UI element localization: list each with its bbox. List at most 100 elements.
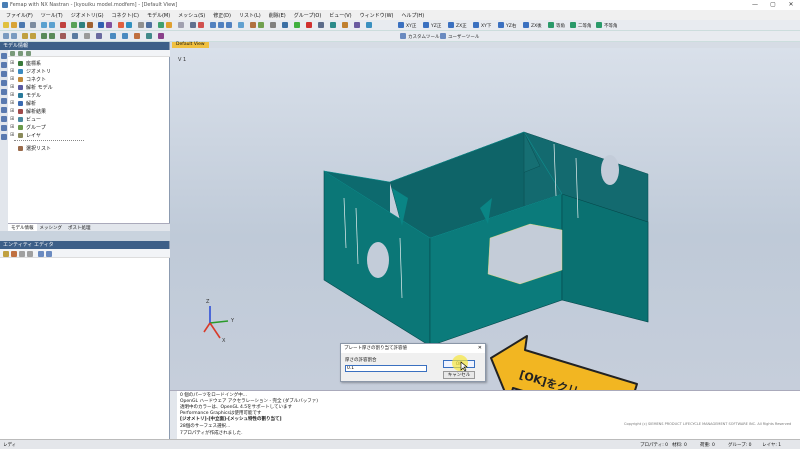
tab-model-info[interactable]: モデル情報 <box>8 224 37 231</box>
check-icon[interactable] <box>306 22 312 28</box>
constraint-icon[interactable] <box>126 22 132 28</box>
rotate-icon[interactable] <box>210 22 216 28</box>
save-icon[interactable] <box>19 22 25 28</box>
expand-icon[interactable]: ⊞ <box>10 132 14 138</box>
entity-tool-2-icon[interactable] <box>11 251 17 257</box>
redo-icon[interactable] <box>49 22 55 28</box>
tab-meshing[interactable]: メッシング <box>37 224 66 231</box>
yz-front-button[interactable]: YZ正 <box>431 23 441 29</box>
surface-icon[interactable] <box>79 22 85 28</box>
report-icon[interactable] <box>158 33 164 39</box>
options-icon[interactable] <box>318 22 324 28</box>
table-icon[interactable] <box>146 33 152 39</box>
menu-connect[interactable]: コネクト(C) <box>112 12 139 19</box>
entity-tool-5-icon[interactable] <box>38 251 44 257</box>
grid-icon[interactable] <box>190 22 196 28</box>
yz-right-icon[interactable] <box>498 22 504 28</box>
tree-item-connect[interactable]: コネクト <box>18 76 46 83</box>
panel-icon[interactable] <box>110 33 116 39</box>
menu-delete[interactable]: 削除(E) <box>269 12 286 19</box>
geometry-icon[interactable] <box>71 22 77 28</box>
menu-window[interactable]: ウィンドウ(W) <box>360 12 394 19</box>
side-tool-9-icon[interactable] <box>1 125 7 131</box>
close-button[interactable]: ✕ <box>782 0 800 10</box>
entity-tool-3-icon[interactable] <box>19 251 25 257</box>
tree-item-view[interactable]: ビュー <box>18 116 41 123</box>
dimetric-button[interactable]: 二等角 <box>578 23 592 29</box>
pick-icon[interactable] <box>11 33 17 39</box>
solid-icon[interactable] <box>87 22 93 28</box>
setting-icon[interactable] <box>84 33 90 39</box>
print-icon[interactable] <box>30 22 36 28</box>
model-tool-3-icon[interactable] <box>26 51 31 56</box>
tolerance-input[interactable] <box>345 365 427 372</box>
erase-icon[interactable] <box>60 33 66 39</box>
color-icon[interactable] <box>198 22 204 28</box>
trimetric-icon[interactable] <box>596 22 602 28</box>
zx-back-icon[interactable] <box>523 22 529 28</box>
mesh-icon[interactable] <box>98 22 104 28</box>
macro-icon[interactable] <box>354 22 360 28</box>
zx-back-button[interactable]: ZX後 <box>531 23 542 29</box>
yz-right-button[interactable]: YZ右 <box>506 23 516 29</box>
dimetric-icon[interactable] <box>570 22 576 28</box>
snap-icon[interactable] <box>22 33 28 39</box>
maximize-button[interactable]: ▢ <box>764 0 782 10</box>
entity-tool-6-icon[interactable] <box>46 251 52 257</box>
xy-bottom-button[interactable]: XY下 <box>481 23 491 29</box>
new-icon[interactable] <box>3 22 9 28</box>
load-icon[interactable] <box>118 22 124 28</box>
tree-item-analysis[interactable]: 解析 <box>18 100 36 107</box>
menu-help[interactable]: ヘルプ(H) <box>401 12 424 19</box>
analysis-icon[interactable] <box>158 22 164 28</box>
menu-model[interactable]: モデル(M) <box>147 12 170 19</box>
tree-item-coord[interactable]: 座標系 <box>18 60 41 67</box>
xy-front-icon[interactable] <box>398 22 404 28</box>
expand-icon[interactable]: ⊞ <box>10 100 14 106</box>
cancel-button[interactable]: キャンセル <box>443 371 475 379</box>
isometric-button[interactable]: 等角 <box>556 23 565 29</box>
tab-post[interactable]: ポスト処理 <box>65 224 94 231</box>
delete-icon[interactable] <box>60 22 66 28</box>
menu-modify[interactable]: 修正(D) <box>213 12 231 19</box>
entity-select-icon[interactable] <box>3 33 9 39</box>
side-tool-5-icon[interactable] <box>1 89 7 95</box>
menu-group[interactable]: グループ(O) <box>294 12 322 19</box>
menu-tools[interactable]: ツール(T) <box>41 12 63 19</box>
menu-file[interactable]: ファイル(F) <box>6 12 33 19</box>
expand-icon[interactable]: ⊞ <box>10 84 14 90</box>
xy-bottom-icon[interactable] <box>473 22 479 28</box>
expand-icon[interactable]: ⊞ <box>10 124 14 130</box>
zoom-icon[interactable] <box>226 22 232 28</box>
dock-icon[interactable] <box>122 33 128 39</box>
element-icon[interactable] <box>106 22 112 28</box>
api-icon[interactable] <box>366 22 372 28</box>
expand-icon[interactable]: ⊞ <box>10 116 14 122</box>
tree-item-group[interactable]: グループ <box>18 124 46 131</box>
tree-item-model[interactable]: モデル <box>18 92 41 99</box>
model-tool-1-icon[interactable] <box>10 51 15 56</box>
info-icon[interactable] <box>72 33 78 39</box>
tree-item-layer[interactable]: レイヤ <box>18 132 41 139</box>
trimetric-button[interactable]: 不等角 <box>604 23 618 29</box>
user-tools-button[interactable]: ユーザーツール <box>448 34 479 40</box>
yz-front-icon[interactable] <box>423 22 429 28</box>
workplane-icon[interactable] <box>30 33 36 39</box>
custom-tools-button[interactable]: カスタムツール <box>408 34 440 40</box>
side-tool-8-icon[interactable] <box>1 116 7 122</box>
pan-icon[interactable] <box>218 22 224 28</box>
fit-icon[interactable] <box>238 22 244 28</box>
tree-item-analysis-model[interactable]: 解析 モデル <box>18 84 53 91</box>
tool-icon[interactable] <box>342 22 348 28</box>
dialog-close-icon[interactable]: ✕ <box>478 344 482 353</box>
window-icon[interactable] <box>270 22 276 28</box>
side-tool-4-icon[interactable] <box>1 80 7 86</box>
side-tool-7-icon[interactable] <box>1 107 7 113</box>
visibility-icon[interactable] <box>96 33 102 39</box>
layer-icon[interactable] <box>282 22 288 28</box>
zx-front-icon[interactable] <box>448 22 454 28</box>
menu-geometry[interactable]: ジオメトリ(G) <box>71 12 104 19</box>
undo-icon[interactable] <box>41 22 47 28</box>
shade-icon[interactable] <box>258 22 264 28</box>
menu-mesh[interactable]: メッシュ(S) <box>178 12 205 19</box>
